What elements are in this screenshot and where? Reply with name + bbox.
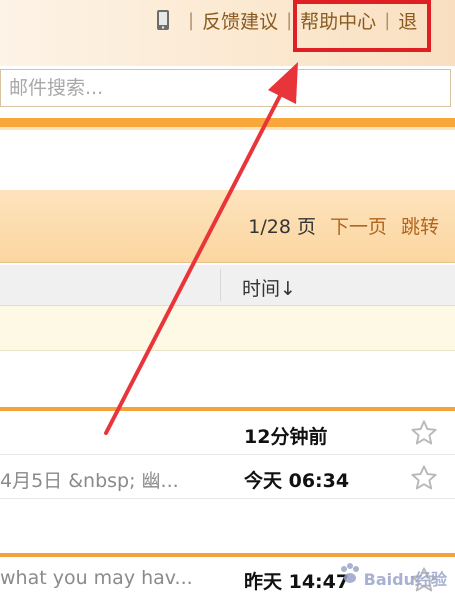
help-center-highlight-box xyxy=(293,0,431,52)
star-icon[interactable] xyxy=(410,464,438,492)
group-separator xyxy=(0,407,455,411)
mail-preview: 4月5日 &nbsp; 幽... xyxy=(0,470,179,492)
nav-separator: | xyxy=(188,9,195,31)
mail-search-box[interactable] xyxy=(0,69,451,107)
mail-row[interactable]: 4月5日 &nbsp; 幽... 今天 06:34 xyxy=(0,456,455,499)
notice-row xyxy=(0,306,455,351)
feedback-link[interactable]: 反馈建议 xyxy=(202,7,278,34)
mail-time: 今天 06:34 xyxy=(244,470,350,492)
mail-preview: what you may hav... xyxy=(0,567,193,589)
mail-list-toolbar: 1/28 页 下一页 跳转 xyxy=(0,190,455,263)
accent-divider xyxy=(0,118,455,127)
nav-separator: | xyxy=(286,9,293,31)
column-header-row: 时间↓ xyxy=(0,265,455,306)
baidu-watermark: Baidu经验 xyxy=(340,563,447,590)
mail-time: 12分钟前 xyxy=(244,426,328,448)
watermark-text: Baidu经验 xyxy=(363,570,447,589)
page-count: 1/28 页 xyxy=(248,216,316,238)
group-separator xyxy=(0,553,455,557)
mail-time: 昨天 14:47 xyxy=(244,571,350,593)
pagination: 1/28 页 下一页 跳转 xyxy=(248,212,439,239)
time-column-header[interactable]: 时间↓ xyxy=(242,274,296,301)
jump-page-link[interactable]: 跳转 xyxy=(401,212,439,239)
column-divider xyxy=(220,269,221,301)
baidu-paw-icon xyxy=(340,563,359,583)
mail-search-input[interactable] xyxy=(7,76,450,100)
accent-divider-light xyxy=(0,127,455,130)
mobile-phone-icon[interactable] xyxy=(156,9,170,31)
mail-row[interactable]: 12分钟前 xyxy=(0,412,455,455)
next-page-link[interactable]: 下一页 xyxy=(330,212,387,239)
star-icon[interactable] xyxy=(410,419,438,447)
